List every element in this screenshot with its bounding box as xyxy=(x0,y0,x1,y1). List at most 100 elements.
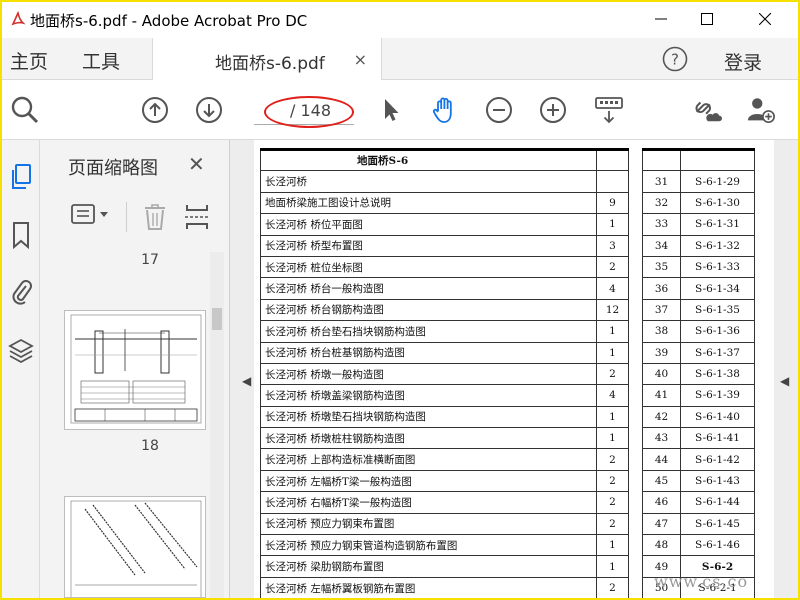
section-title: 地面桥S-6 xyxy=(260,147,597,172)
table-gap xyxy=(628,192,643,214)
cell-name: 长泾河桥 桥台桩基钢筋构造图 xyxy=(260,341,597,364)
minimize-button[interactable] xyxy=(638,2,684,36)
cell-name: 长泾河桥 预应力钢束管道构造钢筋布置图 xyxy=(260,534,597,557)
navigation-rail xyxy=(2,140,40,598)
table-gap xyxy=(628,363,643,385)
table-gap xyxy=(628,577,643,598)
cell-count: 1 xyxy=(596,320,629,343)
minimize-icon xyxy=(655,18,667,20)
table-gap xyxy=(628,555,643,578)
cell-code: S-6-1-46 xyxy=(680,534,755,557)
cell-count: 4 xyxy=(596,277,629,300)
thumbnail-page-number: 18 xyxy=(141,438,159,454)
arrow-down-circle-icon xyxy=(196,97,222,123)
login-button[interactable]: 登录 xyxy=(724,48,762,75)
cell-code: S-6-1-39 xyxy=(680,384,755,407)
cell-code: S-6-1-37 xyxy=(680,341,755,364)
paperclip-icon xyxy=(12,280,32,305)
drawing-thumbnail xyxy=(70,500,202,597)
cell-idx: 33 xyxy=(642,213,681,236)
cell-count: 4 xyxy=(596,384,629,407)
table-row: 长泾河桥 桥墩盖梁钢筋构造图 4 41 S-6-1-39 xyxy=(260,384,755,407)
page-thumbnail-18[interactable] xyxy=(64,310,206,430)
zoom-out-button[interactable] xyxy=(484,95,514,125)
plus-circle-icon xyxy=(540,97,566,123)
cell-count: 1 xyxy=(596,555,629,578)
keyboard-scroll-button[interactable] xyxy=(594,95,624,125)
add-user-button[interactable] xyxy=(746,95,776,125)
collapse-right-panel-icon[interactable]: ◀ xyxy=(780,374,789,388)
magnifier-icon xyxy=(11,96,39,124)
menu-home[interactable]: 主页 xyxy=(10,47,48,74)
cell-count: 2 xyxy=(596,491,629,514)
table-gap xyxy=(628,384,643,407)
bookmarks-button[interactable] xyxy=(8,220,34,250)
table-row: 长泾河桥 上部构造标准横断面图 2 44 S-6-1-42 xyxy=(260,448,755,471)
table-gap xyxy=(628,235,643,257)
cell-idx: 31 xyxy=(642,170,681,193)
page-thumbnails-button[interactable] xyxy=(8,162,34,192)
table-row: 长泾河桥 桥台垫石挡块钢筋构造图 1 38 S-6-1-36 xyxy=(260,320,755,343)
link-cloud-icon xyxy=(695,101,722,122)
table-gap xyxy=(628,149,643,171)
window-title: 地面桥s-6.pdf - Adobe Acrobat Pro DC xyxy=(30,12,308,30)
menu-tools[interactable]: 工具 xyxy=(82,47,120,74)
cell-count: 2 xyxy=(596,362,629,386)
cell-name: 长泾河桥 上部构造标准横断面图 xyxy=(260,448,597,471)
table-gap xyxy=(628,427,643,449)
cell-idx: 36 xyxy=(642,277,681,300)
table-gap xyxy=(628,406,643,428)
select-tool-button[interactable] xyxy=(376,95,406,125)
next-page-button[interactable] xyxy=(194,95,224,125)
table-gap xyxy=(628,170,643,193)
table-gap xyxy=(628,491,643,514)
cell-idx: 44 xyxy=(642,448,681,471)
cell-name: 长泾河桥 桥台垫石挡块钢筋构造图 xyxy=(260,320,597,343)
tab-close-icon[interactable]: × xyxy=(354,50,367,69)
cell-count: 3 xyxy=(596,234,629,257)
table-gap xyxy=(628,448,643,471)
table-gap xyxy=(628,256,643,278)
cell-count xyxy=(596,170,629,193)
zoom-search-button[interactable] xyxy=(10,95,40,125)
previous-page-button[interactable] xyxy=(140,95,170,125)
table-row: 长泾河桥 预应力钢束布置图 2 47 S-6-1-45 xyxy=(260,512,755,536)
cell-idx: 32 xyxy=(642,191,681,215)
acrobat-app-icon xyxy=(11,11,26,26)
cell-count: 1 xyxy=(596,427,629,450)
trash-icon[interactable] xyxy=(142,202,168,232)
cell-name: 长泾河桥 桥位平面图 xyxy=(260,213,597,236)
cell-count: 2 xyxy=(596,576,629,598)
page-thumbnail-19[interactable] xyxy=(64,496,206,598)
panel-close-icon[interactable]: ✕ xyxy=(188,152,205,176)
cell-idx: 43 xyxy=(642,427,681,450)
cell-name: 长泾河桥 左幅桥T梁一般构造图 xyxy=(260,469,597,493)
thumbnail-scrollbar[interactable] xyxy=(210,252,224,598)
thumbnail-options-icon[interactable] xyxy=(70,202,114,228)
table-gap xyxy=(628,320,643,343)
cell-code: S-6-1-42 xyxy=(680,448,755,471)
maximize-button[interactable] xyxy=(684,2,730,36)
insert-page-icon[interactable] xyxy=(184,202,210,232)
hand-tool-button[interactable] xyxy=(430,95,460,125)
help-icon[interactable]: ? xyxy=(662,46,688,72)
collapse-left-panel-icon[interactable]: ◀ xyxy=(242,374,251,388)
cell-count: 1 xyxy=(596,341,629,364)
cell-name: 长泾河桥 左幅桥翼板钢筋布置图 xyxy=(260,576,597,598)
share-link-button[interactable] xyxy=(692,95,722,125)
attachments-button[interactable] xyxy=(8,276,34,306)
cell-name: 长泾河桥 桥型布置图 xyxy=(260,234,597,257)
close-window-button[interactable] xyxy=(742,2,788,36)
cell-idx: 45 xyxy=(642,469,681,493)
document-tab[interactable]: 地面桥s-6.pdf × xyxy=(152,38,382,80)
cell-name: 长泾河桥 桥墩一般构造图 xyxy=(260,362,597,386)
cell-code: S-6-1-41 xyxy=(680,427,755,450)
scrollbar-thumb[interactable] xyxy=(212,308,222,330)
zoom-in-button[interactable] xyxy=(538,95,568,125)
close-icon xyxy=(759,13,771,25)
cell-code: S-6-1-31 xyxy=(680,213,755,236)
cell-idx: 39 xyxy=(642,341,681,364)
add-user-icon xyxy=(747,98,775,124)
layers-button[interactable] xyxy=(8,336,34,366)
toolbar: / 148 xyxy=(2,80,798,140)
